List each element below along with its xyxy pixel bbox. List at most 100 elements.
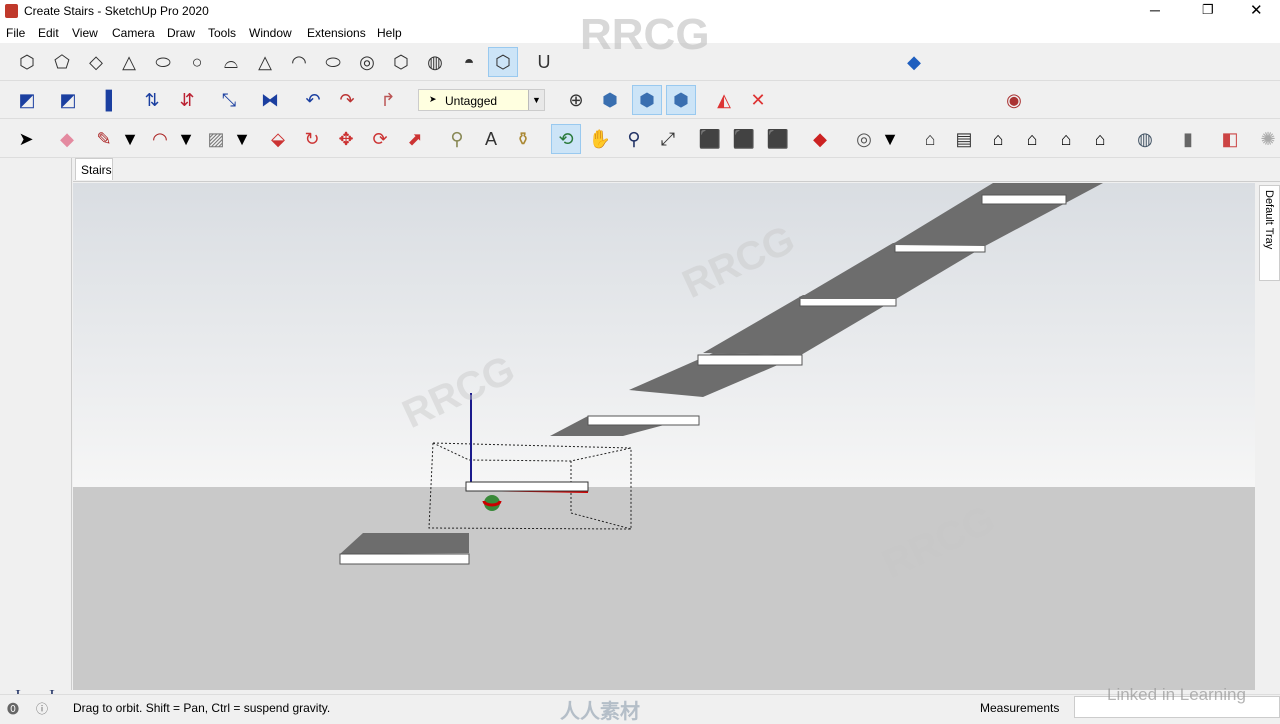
sky	[73, 183, 1255, 487]
model-viewport[interactable]	[73, 183, 1255, 690]
position-camera-icon[interactable]: ⊕	[561, 85, 591, 115]
sphere-icon[interactable]: ○	[182, 47, 212, 77]
menu-file[interactable]: File	[6, 26, 25, 40]
menu-view[interactable]: View	[72, 26, 98, 40]
move-icon[interactable]: ✥	[331, 124, 361, 154]
chevron-down-icon[interactable]: ▼	[528, 90, 544, 110]
geodesic-dome-icon[interactable]: ◓	[454, 47, 484, 77]
dome-icon[interactable]: ◠	[284, 47, 314, 77]
move-up-down-icon[interactable]: ⇅	[137, 85, 167, 115]
zoom-extents-icon[interactable]: ⤢	[653, 124, 683, 154]
view-left-house-icon[interactable]: ⌂	[1085, 124, 1115, 154]
solid-selected-icon[interactable]: ⬡	[488, 47, 518, 77]
wedge-icon[interactable]: ◇	[81, 47, 111, 77]
tag-column-icon[interactable]: ▌	[97, 85, 127, 115]
extension-warehouse-icon[interactable]: ⬛	[763, 124, 793, 154]
globe-icon[interactable]: ◉	[999, 85, 1029, 115]
undo-icon[interactable]: ↶	[298, 85, 328, 115]
measurements-label: Measurements	[980, 701, 1060, 715]
menu-help[interactable]: Help	[377, 26, 402, 40]
select-icon[interactable]: ➤	[11, 124, 41, 154]
box-icon[interactable]: ⬡	[12, 47, 42, 77]
tag-dropdown[interactable]: ➤ Untagged ▼	[418, 89, 545, 111]
eraser-icon[interactable]: ◆	[52, 124, 82, 154]
default-tray-label: Default Tray	[1263, 190, 1275, 250]
flip-icon[interactable]: ⧓	[255, 85, 285, 115]
menu-edit[interactable]: Edit	[38, 26, 59, 40]
rotate-icon[interactable]: ⟳	[365, 124, 395, 154]
view-back-house-icon[interactable]: ⌂	[1051, 124, 1081, 154]
tape-measure-icon[interactable]: ⚲	[442, 124, 472, 154]
geodesic-sphere-icon[interactable]: ◍	[420, 47, 450, 77]
tag-dropdown-value: Untagged	[445, 94, 498, 108]
follow-path-icon[interactable]: ↱	[373, 85, 403, 115]
title-bar: Create Stairs - SketchUp Pro 2020 ─ ❐ ✕	[0, 0, 1280, 23]
torus-icon[interactable]: ◎	[352, 47, 382, 77]
tag-object-icon[interactable]: ◩	[12, 85, 42, 115]
polyhedron-icon[interactable]: ⬡	[386, 47, 416, 77]
scale-icon[interactable]: ⬈	[400, 124, 430, 154]
capsule-icon[interactable]: ⬭	[318, 47, 348, 77]
move-down-up-icon[interactable]: ⇵	[172, 85, 202, 115]
fog-icon[interactable]: ▮	[1173, 124, 1203, 154]
ruby-icon[interactable]: ◆	[805, 124, 835, 154]
view-right-house-icon[interactable]: ⌂	[1017, 124, 1047, 154]
cylinder-icon[interactable]: ⌓	[216, 47, 246, 77]
text-icon[interactable]: A	[476, 124, 506, 154]
menu-camera[interactable]: Camera	[112, 26, 155, 40]
scene-canvas[interactable]	[73, 183, 1255, 690]
prism-icon[interactable]: ⬠	[47, 47, 77, 77]
dropdown-arrow-icon[interactable]: ▼	[875, 124, 905, 154]
linkedin-learning-watermark: Linked in Learning	[1107, 685, 1246, 704]
dropdown-arrow-icon[interactable]: ▼	[171, 124, 201, 154]
view-iso-house-icon[interactable]: ⌂	[915, 124, 945, 154]
dropdown-arrow-icon[interactable]: ▼	[227, 124, 257, 154]
menu-extensions[interactable]: Extensions	[307, 26, 366, 40]
close-button[interactable]: ✕	[1250, 1, 1263, 19]
paint-bucket-icon[interactable]: ⚱	[508, 124, 538, 154]
warehouse-icon[interactable]: ⬛	[695, 124, 725, 154]
window-title: Create Stairs - SketchUp Pro 2020	[24, 4, 209, 18]
section-plane-icon[interactable]: ◭	[709, 85, 739, 115]
cylinder-flat-icon[interactable]: ⬭	[148, 47, 178, 77]
selected-tread	[465, 481, 589, 492]
dropdown-arrow-icon[interactable]: ▼	[115, 124, 145, 154]
pointer-icon: ➤	[429, 94, 437, 104]
orbit-icon[interactable]: ⟲	[551, 124, 581, 154]
follow-me-icon[interactable]: ↻	[297, 124, 327, 154]
geolocation-icon[interactable]: ⓿	[7, 700, 19, 717]
tab-stairs[interactable]: Stairs	[75, 158, 113, 180]
pyramid-icon[interactable]: △	[114, 47, 144, 77]
menu-tools[interactable]: Tools	[208, 26, 236, 40]
view-top-icon[interactable]: ⬢	[632, 85, 662, 115]
loading-icon[interactable]: ✺	[1253, 124, 1280, 154]
extension-icon[interactable]: ◆	[899, 47, 929, 77]
view-top-house-icon[interactable]: ▤	[949, 124, 979, 154]
orbit-cursor-icon	[482, 495, 502, 511]
magnet-icon[interactable]: U	[529, 47, 559, 77]
maximize-button[interactable]: ❐	[1202, 2, 1214, 18]
section-cut-icon[interactable]: ✕	[743, 85, 773, 115]
view-front-icon[interactable]: ⬢	[666, 85, 696, 115]
tag-layer-icon[interactable]: ◩	[53, 85, 83, 115]
sketchup-logo-icon	[5, 4, 18, 18]
shadows-icon[interactable]: ◍	[1130, 124, 1160, 154]
cone-icon[interactable]: △	[250, 47, 280, 77]
menu-window[interactable]: Window	[249, 26, 292, 40]
zoom-icon[interactable]: ⚲	[619, 124, 649, 154]
minimize-button[interactable]: ─	[1150, 2, 1160, 18]
push-pull-icon[interactable]: ⬙	[263, 124, 293, 154]
default-tray-tab[interactable]: Default Tray	[1259, 185, 1280, 281]
info-icon[interactable]: ⓘ	[36, 700, 48, 717]
view-front-house-icon[interactable]: ⌂	[983, 124, 1013, 154]
pan-hand-icon[interactable]: ✋	[585, 124, 615, 154]
styles-icon[interactable]: ◧	[1215, 124, 1245, 154]
share-model-icon[interactable]: ⬛	[729, 124, 759, 154]
redo-icon[interactable]: ↷	[332, 85, 362, 115]
view-iso-icon[interactable]: ⬢	[595, 85, 625, 115]
measurements-input[interactable]: Linked in Learning	[1074, 685, 1280, 718]
ground	[73, 487, 1255, 690]
scale-diagonal-icon[interactable]: ⤡	[214, 85, 244, 115]
menu-draw[interactable]: Draw	[167, 26, 195, 40]
menu-bar: File Edit View Camera Draw Tools Window …	[0, 23, 1280, 43]
